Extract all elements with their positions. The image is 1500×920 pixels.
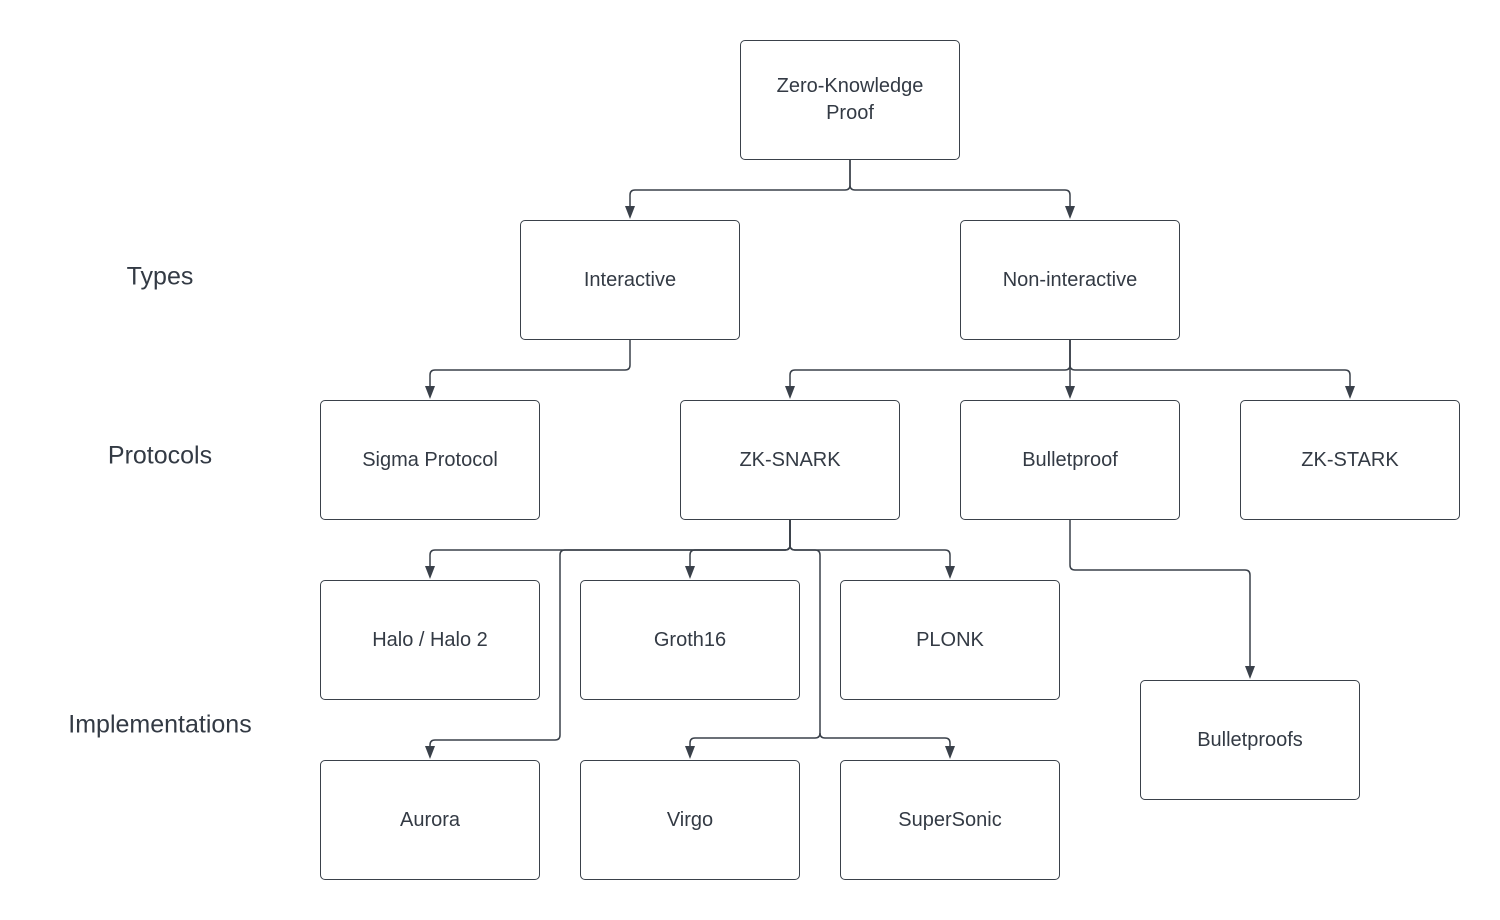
edge-interactive-sigma xyxy=(429,340,631,388)
edge-root-noninteractive xyxy=(849,160,1071,208)
node-aurora[interactable]: Aurora xyxy=(320,760,540,880)
node-non-interactive[interactable]: Non-interactive xyxy=(960,220,1180,340)
node-groth16[interactable]: Groth16 xyxy=(580,580,800,700)
node-zk-snark[interactable]: ZK-SNARK xyxy=(680,400,900,520)
node-bulletproof[interactable]: Bulletproof xyxy=(960,400,1180,520)
level-label-protocols: Protocols xyxy=(107,441,213,470)
edge-zksnark-plonk xyxy=(789,520,951,568)
edge-noninteractive-zkstark xyxy=(1069,340,1351,388)
edge-noninteractive-zksnark xyxy=(789,340,1071,388)
edge-zksnark-groth16 xyxy=(689,520,791,568)
edge-zksnark-halo xyxy=(429,520,791,568)
level-label-implementations: Implementations xyxy=(68,710,252,739)
node-zk-stark[interactable]: ZK-STARK xyxy=(1240,400,1460,520)
edge-root-interactive xyxy=(629,160,851,208)
node-virgo[interactable]: Virgo xyxy=(580,760,800,880)
node-interactive[interactable]: Interactive xyxy=(520,220,740,340)
node-bulletproofs[interactable]: Bulletproofs xyxy=(1140,680,1360,800)
node-halo[interactable]: Halo / Halo 2 xyxy=(320,580,540,700)
node-root[interactable]: Zero-Knowledge Proof xyxy=(740,40,960,160)
node-plonk[interactable]: PLONK xyxy=(840,580,1060,700)
edge-bulletproof-bulletproofs xyxy=(1069,520,1251,668)
edge-zksnark-supersonic xyxy=(819,732,951,748)
node-supersonic[interactable]: SuperSonic xyxy=(840,760,1060,880)
node-sigma-protocol[interactable]: Sigma Protocol xyxy=(320,400,540,520)
level-label-types: Types xyxy=(126,262,194,291)
